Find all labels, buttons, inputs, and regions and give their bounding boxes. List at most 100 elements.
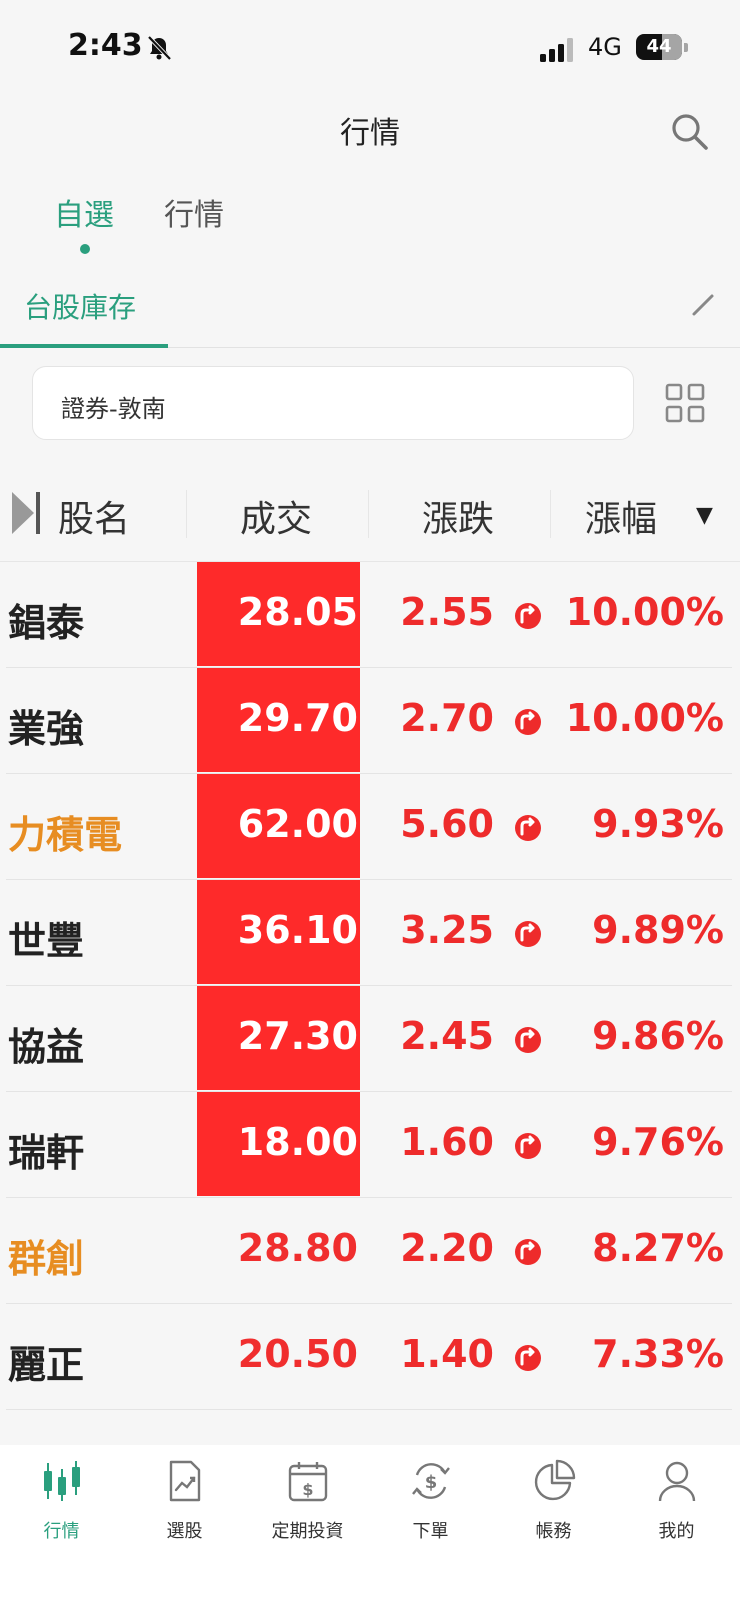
page-title: 行情 [340,116,400,151]
stock-name: 瑞軒 [8,1131,85,1175]
svg-text:$: $ [302,1480,313,1499]
nav-label: 帳務 [535,1521,572,1542]
stock-name: 群創 [8,1237,85,1281]
column-divider [368,490,369,538]
tab-underline [0,344,168,348]
stock-row[interactable]: 錩泰 28.05 2.55 10.00% [0,562,740,668]
last-price: 28.05 [237,590,358,634]
last-price: 20.50 [237,1332,358,1376]
last-price: 27.30 [237,1014,358,1058]
stock-row[interactable]: 協益 27.30 2.45 9.86% [0,986,740,1092]
price-change: 1.60 [400,1120,494,1164]
price-cell: 36.10 [197,880,360,984]
last-price: 18.00 [237,1120,358,1164]
battery-level: 44 [646,36,672,57]
change-percent: 9.89% [592,908,724,952]
stock-name: 業強 [8,707,85,751]
price-cell: 62.00 [197,774,360,878]
table-header: 股名 成交 漲跌 漲幅 ▼ [0,470,740,562]
price-change: 1.40 [400,1332,494,1376]
stock-row[interactable]: 群創 28.80 2.20 8.27% [0,1198,740,1304]
price-change: 3.25 [400,908,494,952]
change-percent: 9.93% [592,802,724,846]
nav-stock-picker[interactable]: 選股 [123,1445,246,1555]
sort-descending-icon[interactable]: ▼ [696,503,713,528]
tab-watchlist[interactable]: 自選 [54,190,114,234]
edit-icon[interactable] [690,292,716,318]
account-label: 證券-敦南 [61,395,166,423]
column-header-change[interactable]: 漲跌 [422,490,494,542]
tab-holdings[interactable]: 台股庫存 [24,286,136,326]
person-icon [658,1461,696,1502]
network-type: 4G [588,33,622,61]
column-header-price[interactable]: 成交 [240,490,312,542]
change-percent: 9.86% [592,1014,724,1058]
up-arrow-icon [515,921,541,947]
stock-row[interactable]: 瑞軒 18.00 1.60 9.76% [0,1092,740,1198]
price-cell: 18.00 [197,1092,360,1196]
column-header-change-percent[interactable]: 漲幅 [585,490,657,542]
calendar-dollar-icon: $ [288,1462,328,1502]
chart-doc-icon [169,1460,201,1502]
nav-order[interactable]: $ 下單 [369,1445,492,1555]
change-percent: 10.00% [565,696,724,740]
up-arrow-icon [515,815,541,841]
status-bar: 2:43 4G 44 [0,0,740,90]
price-cell: 28.05 [197,562,360,666]
bottom-navigation: 行情 選股 $ 定期投資 $ 下單 帳務 我的 [0,1445,740,1601]
column-divider [186,490,187,538]
up-arrow-icon [515,1133,541,1159]
up-arrow-icon [515,1239,541,1265]
up-arrow-icon [515,1345,541,1371]
silent-bell-icon [147,35,172,61]
price-cell: 28.80 [197,1198,360,1302]
price-cell: 20.50 [197,1304,360,1408]
stock-row[interactable]: 麗正 20.50 1.40 7.33% [0,1304,740,1410]
pie-chart-icon [534,1459,576,1501]
stock-name: 力積電 [8,813,123,857]
stock-name: 錩泰 [8,601,85,645]
change-percent: 10.00% [565,590,724,634]
watchlist-group-tabs: 台股庫存 [0,270,740,348]
change-percent: 8.27% [592,1226,724,1270]
price-change: 2.55 [400,590,494,634]
stock-row[interactable]: 業強 29.70 2.70 10.00% [0,668,740,774]
price-change: 2.70 [400,696,494,740]
battery-icon: 44 [636,34,688,60]
tabs-fade [620,270,740,346]
active-tab-indicator [80,244,90,254]
price-cell: 27.30 [197,986,360,1090]
signal-icon [540,38,573,62]
nav-regular-investment[interactable]: $ 定期投資 [246,1445,369,1555]
price-change: 5.60 [400,802,494,846]
nav-market[interactable]: 行情 [0,1445,123,1555]
price-change: 2.45 [400,1014,494,1058]
change-percent: 7.33% [592,1332,724,1376]
stock-row[interactable]: 力積電 62.00 5.60 9.93% [0,774,740,880]
last-price: 62.00 [237,802,358,846]
nav-label: 定期投資 [271,1521,344,1542]
stock-row[interactable]: 世豐 36.10 3.25 9.89% [0,880,740,986]
column-header-name[interactable]: 股名 [58,490,130,542]
nav-label: 行情 [43,1521,80,1542]
dollar-cycle-icon: $ [412,1463,450,1499]
expand-columns-icon[interactable] [10,488,42,538]
account-selector[interactable]: 證券-敦南 [32,366,634,440]
screen: 2:43 4G 44 行情 自選 行情 台股庫存 證券-敦南 股名 成交 漲跌 … [0,0,740,1601]
tab-market[interactable]: 行情 [164,190,224,234]
stock-list: 錩泰 28.05 2.55 10.00% 業強 29.70 2.70 10.00… [0,562,740,1410]
up-arrow-icon [515,603,541,629]
nav-account[interactable]: 帳務 [492,1445,615,1555]
nav-label: 下單 [412,1521,449,1542]
up-arrow-icon [515,709,541,735]
nav-label: 我的 [658,1521,695,1542]
stock-name: 世豐 [8,919,85,963]
grid-view-icon[interactable] [664,382,706,424]
last-price: 36.10 [237,908,358,952]
search-icon[interactable] [668,110,710,152]
up-arrow-icon [515,1027,541,1053]
status-time: 2:43 [68,28,143,63]
nav-profile[interactable]: 我的 [615,1445,738,1555]
price-cell: 29.70 [197,668,360,772]
last-price: 29.70 [237,696,358,740]
